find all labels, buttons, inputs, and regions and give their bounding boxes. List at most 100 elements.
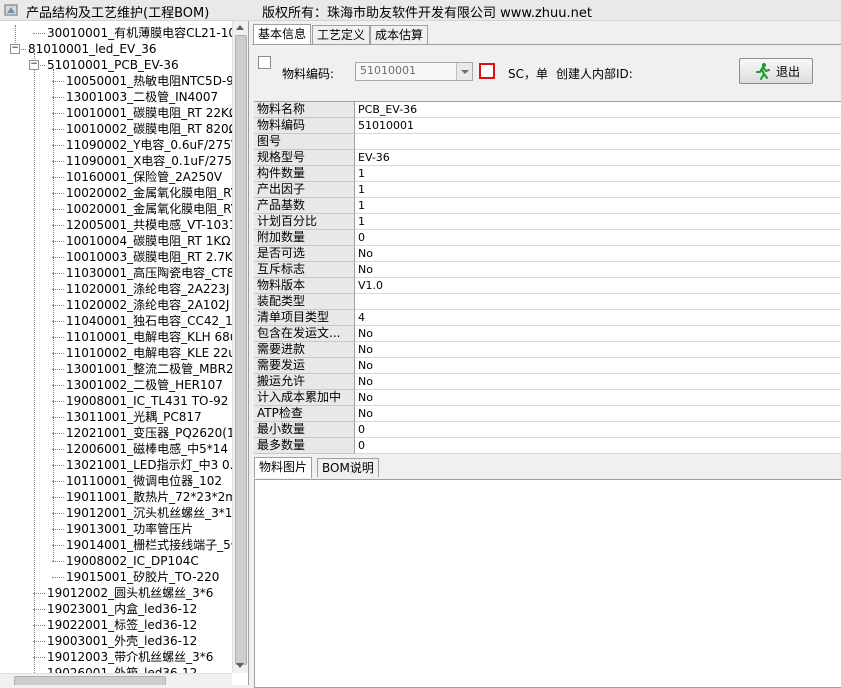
property-row[interactable]: 最小数量 0 bbox=[254, 422, 841, 438]
property-row[interactable]: 构件数量 1 bbox=[254, 166, 841, 182]
property-value[interactable]: 4 bbox=[355, 310, 841, 326]
tree-node[interactable]: 11020001_涤纶电容_2A223J bbox=[66, 281, 229, 297]
tree-node[interactable]: 19023001_内盒_led36-12 bbox=[47, 601, 197, 617]
property-value[interactable]: No bbox=[355, 390, 841, 406]
property-row[interactable]: 需要发运 No bbox=[254, 358, 841, 374]
property-row[interactable]: 清单项目类型 4 bbox=[254, 310, 841, 326]
property-value[interactable]: No bbox=[355, 246, 841, 262]
property-row[interactable]: 搬运允许 No bbox=[254, 374, 841, 390]
tree-node[interactable]: 10010004_碳膜电阻_RT 1KΩ 1 bbox=[66, 233, 232, 249]
property-row[interactable]: 产出因子 1 bbox=[254, 182, 841, 198]
tree-node[interactable]: 11090001_X电容_0.1uF/275VAC bbox=[66, 153, 232, 169]
scroll-up-arrow-icon[interactable] bbox=[236, 25, 244, 30]
tree-node[interactable]: 19003001_外壳_led36-12 bbox=[47, 633, 197, 649]
tree-node[interactable]: 12005001_共模电感_VT-1031S bbox=[66, 217, 232, 233]
tree-node[interactable]: 19013001_功率管压片 bbox=[66, 521, 193, 537]
tree-node[interactable]: 51010001_PCB_EV-36 bbox=[47, 57, 179, 73]
property-value[interactable]: No bbox=[355, 374, 841, 390]
tree-node[interactable]: 13011001_光耦_PC817 bbox=[66, 409, 202, 425]
hscroll-thumb[interactable] bbox=[14, 676, 166, 685]
property-value[interactable]: No bbox=[355, 262, 841, 278]
tree-node[interactable]: 10010003_碳膜电阻_RT 2.7KΩ bbox=[66, 249, 232, 265]
tree-node[interactable]: 12006001_磁棒电感_中5*14 bbox=[66, 441, 228, 457]
tree-node[interactable]: 10010001_碳膜电阻_RT 22KΩ bbox=[66, 105, 232, 121]
property-value[interactable]: 1 bbox=[355, 182, 841, 198]
property-row[interactable]: 装配类型 bbox=[254, 294, 841, 310]
property-value[interactable] bbox=[355, 294, 841, 310]
tree-node[interactable]: 19012001_沉头机丝螺丝_3*12 bbox=[66, 505, 232, 521]
property-value[interactable]: No bbox=[355, 358, 841, 374]
property-value[interactable]: No bbox=[355, 326, 841, 342]
tree-collapse-icon[interactable]: − bbox=[29, 60, 39, 70]
property-value[interactable] bbox=[355, 134, 841, 150]
tree-node[interactable]: 11040001_独石电容_CC42_104 bbox=[66, 313, 232, 329]
tree-node[interactable]: 19012003_带介机丝螺丝_3*6 bbox=[47, 649, 213, 665]
property-value[interactable]: PCB_EV-36 bbox=[355, 102, 841, 118]
property-row[interactable]: 附加数量 0 bbox=[254, 230, 841, 246]
property-value[interactable]: V1.0 bbox=[355, 278, 841, 294]
property-row[interactable]: 互斥标志 No bbox=[254, 262, 841, 278]
property-row[interactable]: 规格型号 EV-36 bbox=[254, 150, 841, 166]
property-row[interactable]: 物料名称 PCB_EV-36 bbox=[254, 102, 841, 118]
tab-basic-info[interactable]: 基本信息 bbox=[253, 24, 312, 45]
property-row[interactable]: 最多数量 0 bbox=[254, 438, 841, 454]
tree-node[interactable]: 11090002_Y电容_0.6uF/275VAC bbox=[66, 137, 232, 153]
tree-node[interactable]: 10050001_热敏电阻NTC5D-9 bbox=[66, 73, 232, 89]
tree-node[interactable]: 11030001_高压陶瓷电容_CT81 bbox=[66, 265, 232, 281]
scroll-thumb[interactable] bbox=[235, 35, 247, 665]
tree-node[interactable]: 13001002_二极管_HER107 bbox=[66, 377, 223, 393]
tree-node[interactable]: 81010001_led_EV_36 bbox=[28, 41, 156, 57]
property-row[interactable]: 计划百分比 1 bbox=[254, 214, 841, 230]
tree-node[interactable]: 19026001_外箱_led36-12 bbox=[47, 665, 197, 673]
tab-material-picture[interactable]: 物料图片 bbox=[254, 457, 313, 478]
tree-node[interactable]: 10010002_碳膜电阻_RT 820Ω bbox=[66, 121, 232, 137]
property-row[interactable]: 是否可选 No bbox=[254, 246, 841, 262]
tree-node[interactable]: 13021001_LED指示灯_中3 0.06W bbox=[66, 457, 232, 473]
property-value[interactable]: 51010001 bbox=[355, 118, 841, 134]
tree-node[interactable]: 19008001_IC_TL431 TO-92 bbox=[66, 393, 228, 409]
tree-node[interactable]: 19015001_矽胶片_TO-220 bbox=[66, 569, 219, 585]
tree-node[interactable]: 19011001_散热片_72*23*2mm bbox=[66, 489, 232, 505]
chevron-down-icon[interactable] bbox=[456, 63, 472, 80]
property-row[interactable]: 产品基数 1 bbox=[254, 198, 841, 214]
tree-node[interactable]: 11010001_电解电容_KLH 68uF/ bbox=[66, 329, 232, 345]
tree-node[interactable]: 19022001_标签_led36-12 bbox=[47, 617, 197, 633]
tree-node[interactable]: 30010001_有机薄膜电容CL21-104J-400V bbox=[47, 25, 232, 41]
tree-collapse-icon[interactable]: − bbox=[10, 44, 20, 54]
tree-node[interactable]: 10020001_金属氧化膜电阻_RY bbox=[66, 201, 232, 217]
tree-vertical-scrollbar[interactable] bbox=[232, 21, 248, 673]
scroll-down-arrow-icon[interactable] bbox=[236, 663, 244, 668]
tree-node[interactable]: 11020002_涤纶电容_2A102J bbox=[66, 297, 229, 313]
tree-horizontal-scrollbar[interactable] bbox=[0, 673, 232, 685]
property-value[interactable]: No bbox=[355, 342, 841, 358]
property-row[interactable]: 包含在发运文... No bbox=[254, 326, 841, 342]
sc-checkbox[interactable] bbox=[479, 63, 495, 79]
property-value[interactable]: No bbox=[355, 406, 841, 422]
tree-node[interactable]: 13001001_整流二极管_MBR201 bbox=[66, 361, 232, 377]
select-checkbox[interactable] bbox=[258, 56, 271, 69]
tree-node[interactable]: 19008002_IC_DP104C bbox=[66, 553, 199, 569]
tab-cost-estimate[interactable]: 成本估算 bbox=[370, 25, 429, 44]
tab-bom-description[interactable]: BOM说明 bbox=[317, 458, 379, 477]
property-row[interactable]: 物料版本 V1.0 bbox=[254, 278, 841, 294]
property-row[interactable]: ATP检查 No bbox=[254, 406, 841, 422]
tree-node[interactable]: 10020002_金属氧化膜电阻_RY bbox=[66, 185, 232, 201]
property-value[interactable]: EV-36 bbox=[355, 150, 841, 166]
tree-node[interactable]: 10160001_保险管_2A250V bbox=[66, 169, 222, 185]
property-row[interactable]: 图号 bbox=[254, 134, 841, 150]
property-value[interactable]: 1 bbox=[355, 166, 841, 182]
property-value[interactable]: 0 bbox=[355, 230, 841, 246]
tree-node[interactable]: 11010002_电解电容_KLE 22uF/5 bbox=[66, 345, 232, 361]
property-value[interactable]: 1 bbox=[355, 214, 841, 230]
property-value[interactable]: 0 bbox=[355, 422, 841, 438]
tree-node[interactable]: 19014001_栅栏式接线端子_5位 bbox=[66, 537, 232, 553]
property-row[interactable]: 物料编码 51010001 bbox=[254, 118, 841, 134]
tree-node[interactable]: 12021001_变压器_PQ2620(12V) bbox=[66, 425, 232, 441]
tree-node[interactable]: 10110001_微调电位器_102 bbox=[66, 473, 222, 489]
tree-node[interactable]: 19012002_圆头机丝螺丝_3*6 bbox=[47, 585, 213, 601]
exit-button[interactable]: 退出 bbox=[739, 58, 813, 84]
property-value[interactable]: 1 bbox=[355, 198, 841, 214]
property-row[interactable]: 计入成本累加中 No bbox=[254, 390, 841, 406]
material-code-combo[interactable]: 51010001 bbox=[355, 62, 473, 81]
tab-process-definition[interactable]: 工艺定义 bbox=[312, 25, 371, 44]
